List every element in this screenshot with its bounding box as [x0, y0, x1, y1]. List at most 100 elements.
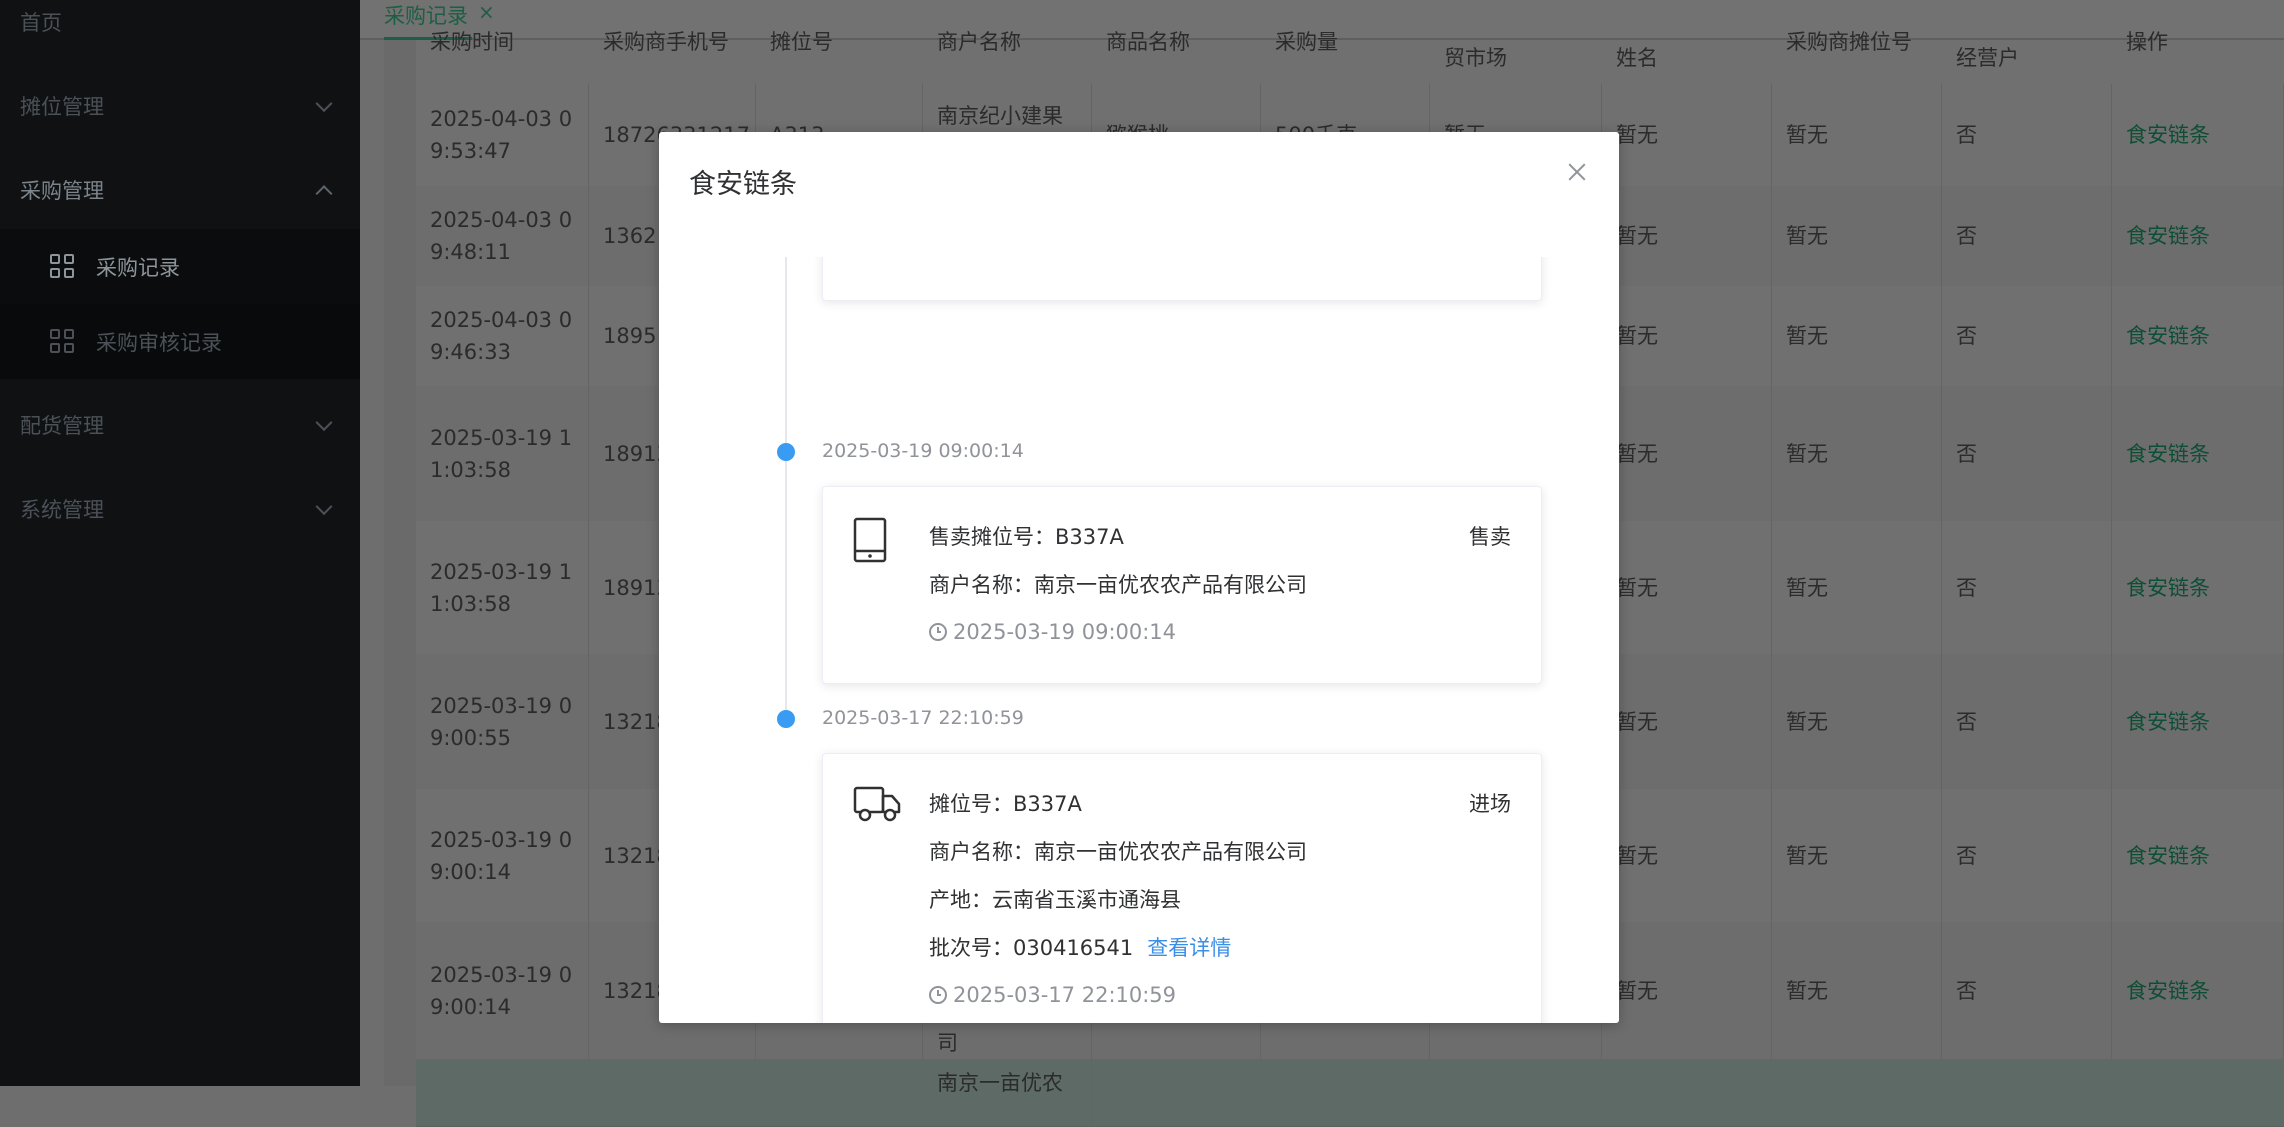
truck-icon	[853, 784, 901, 828]
food-safety-chain-link[interactable]: 食安链条	[2112, 386, 2284, 521]
origin: 产地：云南省玉溪市通海县	[929, 888, 1181, 912]
timeline[interactable]: 2025-03-19 09:00:14 售卖摊位号：B337A 商户名称：南京一…	[659, 257, 1619, 1023]
column-header: 摊位号	[770, 30, 833, 54]
chevron-down-icon	[315, 414, 333, 432]
table-cell: 2025-03-19 0 9:00:14	[416, 922, 589, 1059]
status-badge: 进场	[1469, 792, 1511, 816]
sub-item-purchase-audit-records[interactable]: 采购审核记录	[0, 304, 360, 379]
timeline-dot	[777, 710, 795, 728]
batch-number-line: 批次号：030416541 查看详情	[929, 932, 1231, 962]
menu-item-distribution-management[interactable]: 配货管理	[0, 383, 360, 467]
table-cell: 否	[1942, 186, 2112, 286]
timeline-timestamp: 2025-03-19 09:00:14	[822, 440, 1024, 462]
food-safety-chain-link[interactable]: 食安链条	[2112, 654, 2284, 789]
dialog-title: 食安链条	[689, 169, 797, 200]
column-header: 经营户	[1956, 46, 2019, 70]
record-time-text: 2025-03-17 22:10:59	[953, 983, 1177, 1007]
table-row: 南京一亩优农	[416, 1059, 2284, 1127]
table-cell: 否	[1942, 521, 2112, 654]
menu-label: 首页	[20, 11, 62, 35]
menu-item-stall-management[interactable]: 摊位管理	[0, 64, 360, 148]
table-cell: 否	[1942, 789, 2112, 922]
table-cell: 2025-04-03 0 9:46:33	[416, 286, 589, 386]
food-safety-chain-link[interactable]: 食安链条	[2112, 286, 2284, 386]
table-cell: 暂无	[1772, 186, 1942, 286]
food-safety-chain-link[interactable]: 食安链条	[2112, 789, 2284, 922]
table-cell: 2025-04-03 0 9:48:11	[416, 186, 589, 286]
grid-icon	[50, 253, 76, 280]
merchant-name: 商户名称：南京一亩优农农产品有限公司	[929, 840, 1307, 864]
table-cell: 暂无	[1772, 386, 1942, 521]
table-cell: 暂无	[1772, 922, 1942, 1059]
menu-label: 配货管理	[20, 414, 104, 438]
record-time-text: 2025-03-19 09:00:14	[953, 620, 1177, 644]
column-header: 贸市场	[1444, 46, 1507, 70]
table-cell: 南京一亩优农	[923, 1059, 1092, 1126]
sub-item-label: 采购记录	[96, 255, 180, 280]
table-cell: 暂无	[1772, 286, 1942, 386]
stall-number: 摊位号：B337A	[929, 792, 1082, 816]
record-time: 2025-03-17 22:10:59	[929, 983, 1176, 1007]
merchant-name: 商户名称：南京一亩优农农产品有限公司	[929, 573, 1307, 597]
table-cell: 暂无	[1602, 922, 1772, 1059]
column-header: 采购时间	[430, 30, 514, 54]
column-header: 姓名	[1616, 46, 1658, 70]
table-header-row: 采购时间 采购商手机号 摊位号 商户名称 商品名称 采购量 贸市场 姓名 采购商…	[416, 30, 2284, 85]
table-cell: 暂无	[1602, 286, 1772, 386]
chevron-up-icon	[315, 185, 333, 203]
table-cell: 否	[1942, 84, 2112, 186]
chevron-down-icon	[315, 498, 333, 516]
food-safety-chain-dialog: 食安链条 2025-03-19 09:00:14 售卖摊位号：B337A 商户名…	[659, 132, 1619, 1023]
table-cell: 否	[1942, 286, 2112, 386]
sale-stall-number: 售卖摊位号：B337A	[929, 525, 1124, 549]
clock-icon	[929, 986, 947, 1004]
column-header: 采购商手机号	[603, 30, 729, 54]
grid-icon	[50, 328, 76, 355]
timeline-dot	[777, 443, 795, 461]
close-icon[interactable]	[1565, 160, 1589, 184]
timeline-card-sale: 售卖摊位号：B337A 商户名称：南京一亩优农农产品有限公司 售卖 2025-0…	[822, 486, 1542, 684]
table-cell: 2025-03-19 0 9:00:55	[416, 654, 589, 789]
table-cell: 暂无	[1602, 654, 1772, 789]
chevron-down-icon	[315, 95, 333, 113]
food-safety-chain-link[interactable]: 食安链条	[2112, 521, 2284, 654]
menu-item-system-management[interactable]: 系统管理	[0, 467, 360, 551]
close-icon[interactable]: ×	[478, 0, 495, 24]
column-header: 商户名称	[937, 30, 1021, 54]
table-cell: 暂无	[1602, 521, 1772, 654]
timeline-line	[785, 257, 787, 725]
sub-item-label: 采购审核记录	[96, 330, 222, 355]
food-safety-chain-link[interactable]: 食安链条	[2112, 922, 2284, 1059]
timeline-card-entry: 摊位号：B337A 商户名称：南京一亩优农农产品有限公司 产地：云南省玉溪市通海…	[822, 753, 1542, 1023]
table-cell: 否	[1942, 654, 2112, 789]
view-details-link[interactable]: 查看详情	[1147, 936, 1231, 960]
menu-label: 摊位管理	[20, 95, 104, 119]
tablet-icon	[853, 517, 887, 567]
column-header: 操作	[2126, 30, 2168, 54]
column-header: 采购商摊位号	[1786, 30, 1912, 54]
table-cell: 否	[1942, 922, 2112, 1059]
table-cell: 2025-03-19 1 1:03:58	[416, 521, 589, 654]
table-cell: 否	[1942, 386, 2112, 521]
table-cell: 暂无	[1772, 84, 1942, 186]
record-time: 2025-03-19 09:00:14	[929, 620, 1176, 644]
food-safety-chain-link[interactable]: 食安链条	[2112, 186, 2284, 286]
table-cell: 2025-03-19 1 1:03:58	[416, 386, 589, 521]
table-cell: 暂无	[1602, 84, 1772, 186]
table-cell: 暂无	[1602, 789, 1772, 922]
table-cell: 2025-04-03 0 9:53:47	[416, 84, 589, 186]
menu-item-home[interactable]: 首页	[0, 0, 360, 64]
food-safety-chain-link[interactable]: 食安链条	[2112, 84, 2284, 186]
table-cell: 暂无	[1772, 521, 1942, 654]
menu-label: 系统管理	[20, 498, 104, 522]
table-cell: 暂无	[1772, 789, 1942, 922]
sub-item-purchase-records[interactable]: 采购记录	[0, 229, 360, 304]
sidebar: 首页 摊位管理 采购管理 采购记录 采购审核记录 配货管理 系统管理	[0, 0, 360, 1086]
column-header: 采购量	[1275, 30, 1338, 54]
batch-number: 批次号：030416541	[929, 936, 1134, 960]
status-badge: 售卖	[1469, 525, 1511, 549]
menu-item-purchase-management[interactable]: 采购管理	[0, 148, 360, 232]
table-cell: 2025-03-19 0 9:00:14	[416, 789, 589, 922]
clock-icon	[929, 623, 947, 641]
column-header: 商品名称	[1106, 30, 1190, 54]
